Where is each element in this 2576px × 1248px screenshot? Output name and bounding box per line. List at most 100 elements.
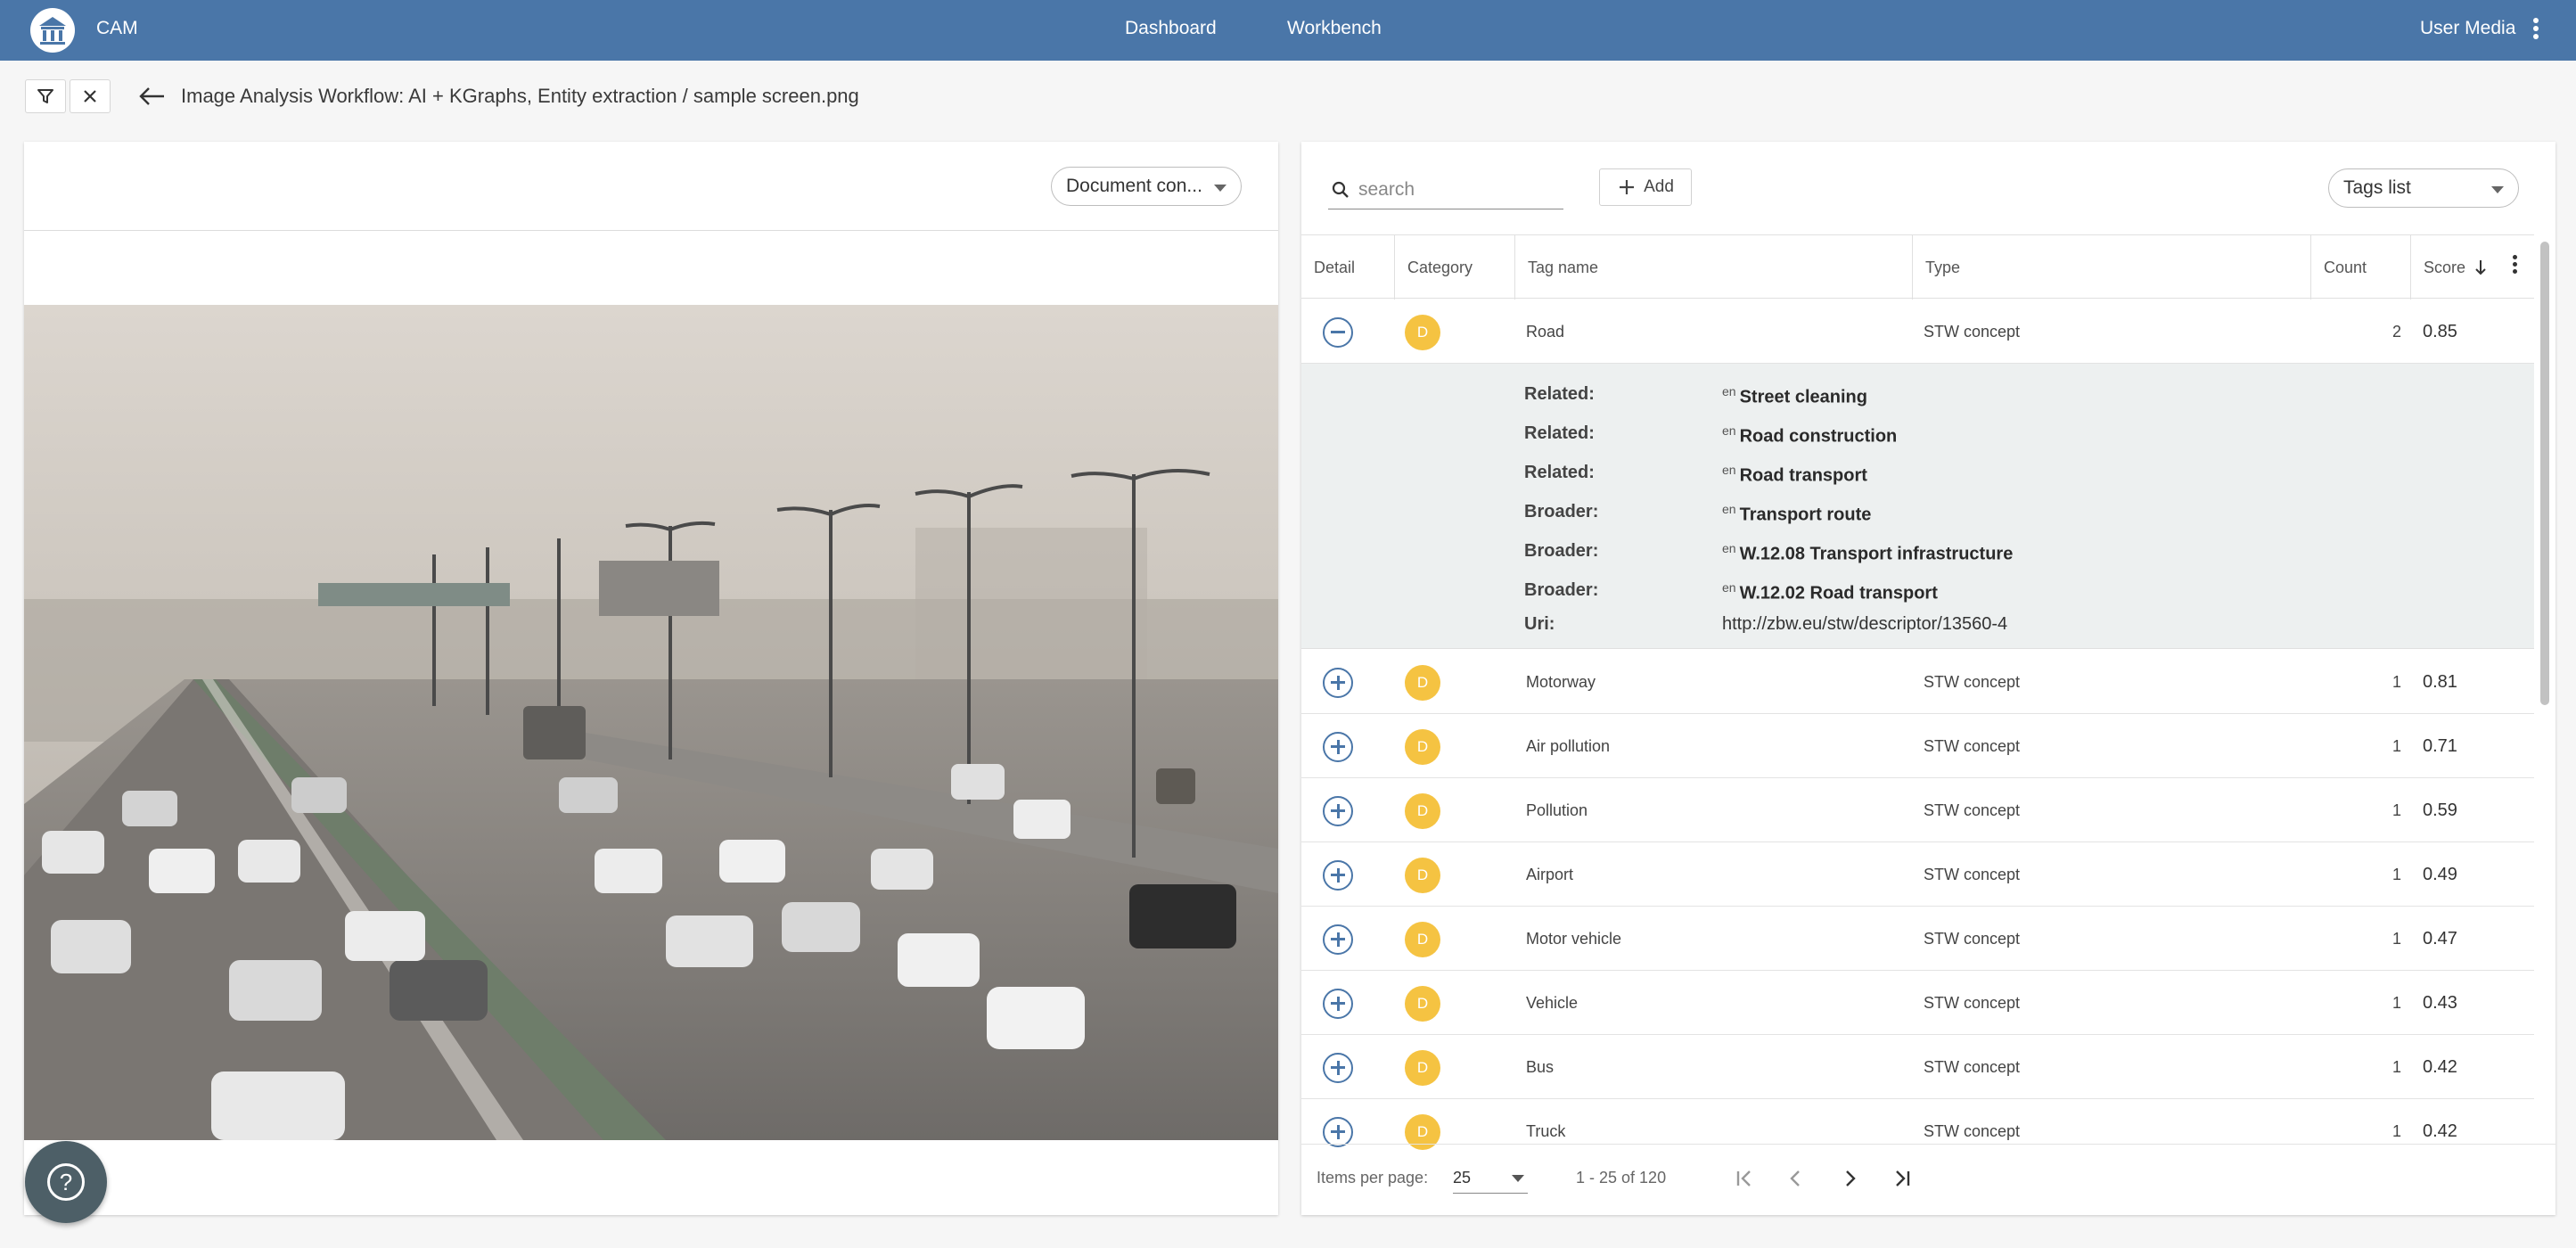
plus-circle-icon[interactable]: [1323, 796, 1353, 826]
image-viewer-panel: Document con...: [24, 142, 1278, 1215]
arrow-left-icon: [139, 87, 164, 105]
plus-circle-icon[interactable]: [1323, 1117, 1353, 1147]
help-button[interactable]: ?: [25, 1141, 107, 1223]
column-detail[interactable]: Detail: [1301, 235, 1395, 300]
tag-name: Bus: [1526, 1057, 1555, 1076]
items-per-page-select[interactable]: 25: [1453, 1163, 1528, 1194]
tag-count: 1: [2391, 801, 2401, 819]
filter-button[interactable]: [25, 79, 66, 113]
tag-score: 0.49: [2423, 864, 2457, 884]
close-button[interactable]: [70, 79, 111, 113]
plus-circle-icon[interactable]: [1323, 668, 1353, 698]
tag-name: Airport: [1526, 865, 1574, 883]
table-row[interactable]: D Airport STW concept 1 0.49: [1301, 842, 2534, 907]
broader-concept-link[interactable]: W.12.02 Road transport: [1740, 584, 1938, 603]
detail-key: Related:: [1524, 463, 1595, 482]
tag-count: 2: [2391, 322, 2401, 341]
tag-type: STW concept: [1924, 801, 2021, 819]
filter-icon: [37, 89, 53, 103]
category-badge: D: [1405, 922, 1440, 957]
table-row[interactable]: D Vehicle STW concept 1 0.43: [1301, 971, 2534, 1035]
column-score[interactable]: Score: [2411, 235, 2504, 300]
nav-workbench[interactable]: Workbench: [1287, 18, 1382, 39]
detail-key: Related:: [1524, 384, 1595, 404]
close-icon: [84, 90, 96, 103]
last-page-button[interactable]: [1885, 1162, 1919, 1195]
tag-score: 0.71: [2423, 735, 2457, 756]
column-type[interactable]: Type: [1913, 235, 2311, 300]
detail-key: Related:: [1524, 423, 1595, 443]
divider: [24, 230, 1278, 231]
plus-circle-icon[interactable]: [1323, 989, 1353, 1019]
category-badge: D: [1405, 793, 1440, 829]
tag-score: 0.59: [2423, 800, 2457, 820]
previous-page-button[interactable]: [1779, 1162, 1813, 1195]
search-input[interactable]: [1358, 179, 1555, 201]
tag-score: 0.42: [2423, 1056, 2457, 1077]
detail-key: Broader:: [1524, 502, 1599, 521]
plus-circle-icon[interactable]: [1323, 860, 1353, 891]
add-tag-button[interactable]: Add: [1599, 168, 1692, 206]
chevron-right-icon: [1846, 1170, 1856, 1186]
plus-circle-icon[interactable]: [1323, 924, 1353, 955]
tag-name: Air pollution: [1526, 736, 1611, 755]
last-page-icon: [1896, 1170, 1910, 1186]
tag-type: STW concept: [1924, 929, 2021, 948]
next-page-button[interactable]: [1833, 1162, 1866, 1195]
category-badge: D: [1405, 986, 1440, 1022]
tag-type: STW concept: [1924, 322, 2021, 341]
search-field[interactable]: [1328, 172, 1563, 209]
table-scrollbar-thumb[interactable]: [2540, 242, 2549, 705]
table-row[interactable]: D Bus STW concept 1 0.42: [1301, 1035, 2534, 1099]
view-mode-select[interactable]: Document con...: [1051, 167, 1242, 206]
tag-score: 0.43: [2423, 992, 2457, 1013]
arrow-down-icon: [2475, 260, 2486, 275]
tag-type: STW concept: [1924, 736, 2021, 755]
broader-concept-link[interactable]: W.12.08 Transport infrastructure: [1740, 545, 2014, 564]
table-row[interactable]: D Road STW concept 2 0.85: [1301, 300, 2534, 364]
plus-circle-icon[interactable]: [1323, 1053, 1353, 1083]
nav-dashboard[interactable]: Dashboard: [1125, 18, 1217, 39]
tag-score: 0.47: [2423, 928, 2457, 948]
breadcrumb: Image Analysis Workflow: AI + KGraphs, E…: [181, 85, 859, 107]
first-page-button[interactable]: [1727, 1162, 1761, 1195]
tag-name: Road: [1526, 322, 1565, 341]
column-tag-name[interactable]: Tag name: [1515, 235, 1913, 300]
tags-panel: Add Tags list Detail Category Tag name T…: [1301, 142, 2555, 1215]
tag-count: 1: [2391, 1057, 2401, 1076]
tag-type: STW concept: [1924, 672, 2021, 691]
broader-concept-link[interactable]: Transport route: [1740, 505, 1872, 525]
table-row[interactable]: D Motorway STW concept 1 0.81: [1301, 650, 2534, 714]
user-menu[interactable]: User Media: [2420, 18, 2515, 39]
column-score-label: Score: [2424, 258, 2466, 276]
list-mode-select[interactable]: Tags list: [2328, 168, 2519, 208]
search-icon: [1332, 181, 1349, 198]
minus-circle-icon[interactable]: [1323, 317, 1353, 348]
table-header: Detail Category Tag name Type Count Scor…: [1301, 234, 2534, 300]
table-row[interactable]: D Motor vehicle STW concept 1 0.47: [1301, 907, 2534, 971]
column-menu-icon[interactable]: [2513, 255, 2518, 276]
tag-score: 0.85: [2423, 321, 2457, 341]
tag-type: STW concept: [1924, 865, 2021, 883]
category-badge: D: [1405, 858, 1440, 893]
plus-circle-icon[interactable]: [1323, 732, 1353, 762]
related-concept-link[interactable]: Road transport: [1740, 466, 1867, 486]
more-vert-icon[interactable]: [2533, 18, 2540, 43]
tag-name: Motor vehicle: [1526, 929, 1622, 948]
table-row[interactable]: D Air pollution STW concept 1 0.71: [1301, 714, 2534, 778]
app-logo-icon[interactable]: [30, 8, 75, 53]
table-row[interactable]: D Pollution STW concept 1 0.59: [1301, 778, 2534, 842]
column-count[interactable]: Count: [2311, 235, 2411, 300]
related-concept-link[interactable]: Road construction: [1740, 427, 1898, 447]
lang-tag: en: [1722, 541, 1736, 555]
category-badge: D: [1405, 315, 1440, 350]
first-page-icon: [1736, 1170, 1751, 1186]
uri-link[interactable]: http://zbw.eu/stw/descriptor/13560-4: [1722, 614, 2007, 635]
tag-count: 1: [2391, 993, 2401, 1012]
related-concept-link[interactable]: Street cleaning: [1740, 388, 1867, 407]
items-per-page-value: 25: [1453, 1169, 1472, 1186]
back-button[interactable]: [137, 84, 168, 109]
tag-score: 0.81: [2423, 671, 2457, 692]
column-category[interactable]: Category: [1395, 235, 1515, 300]
detail-key: Uri:: [1524, 614, 1555, 634]
